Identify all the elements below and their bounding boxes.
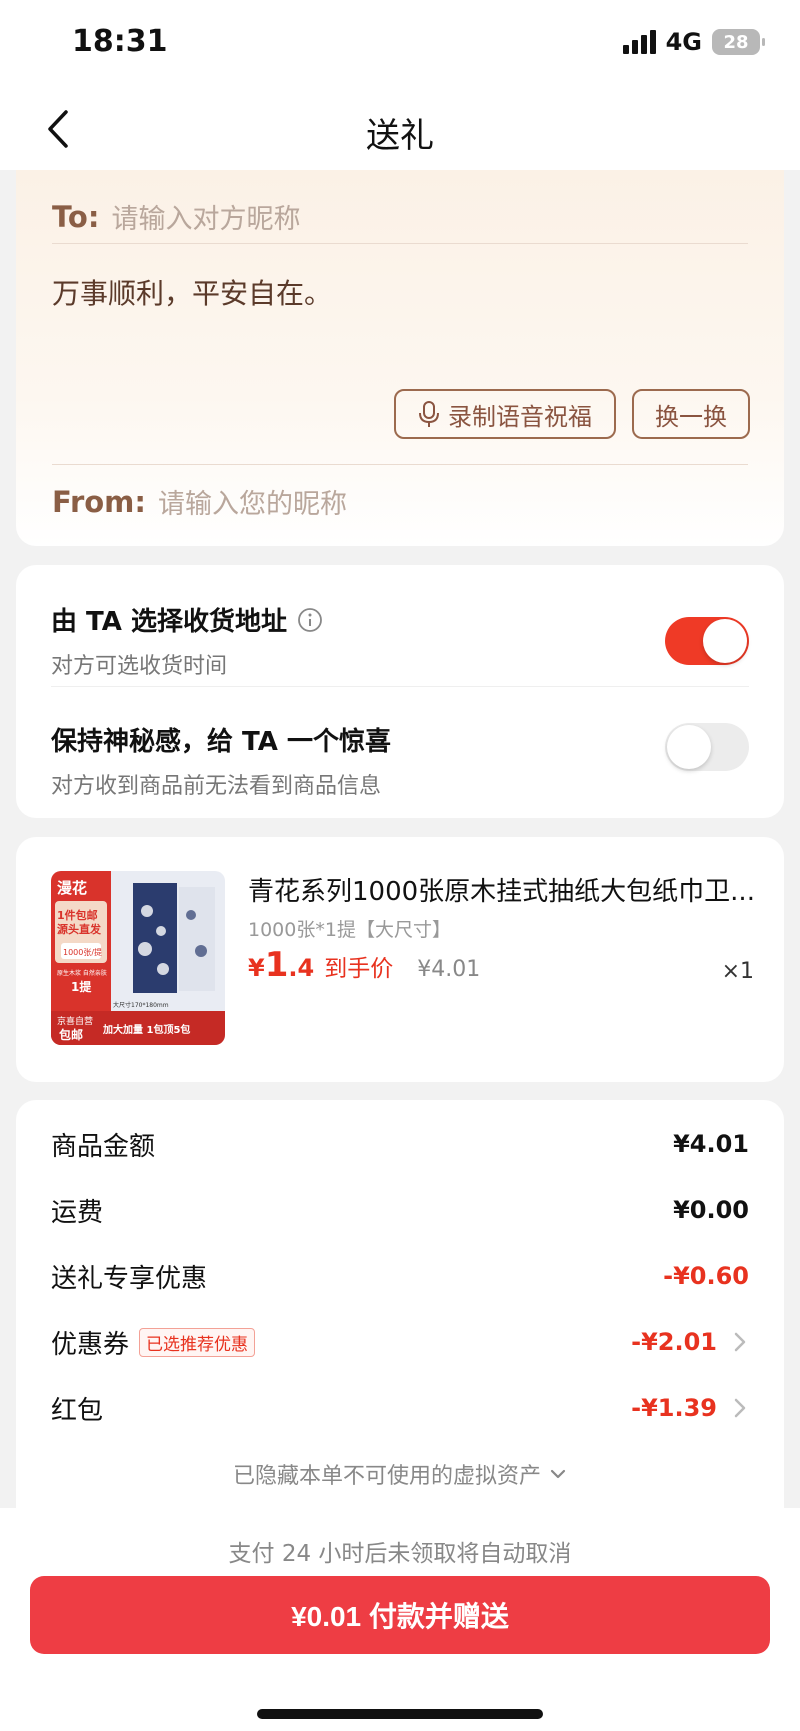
product-price: ¥ 1 .4 到手价 ¥4.01: [248, 945, 480, 985]
summary-label: 送礼专享优惠: [51, 1263, 208, 1294]
recipient-address-toggle[interactable]: [665, 617, 749, 665]
to-field[interactable]: To: 请输入对方昵称: [52, 190, 748, 244]
option-subtitle: 对方可选收货时间: [51, 654, 228, 679]
thumb-count: 1提: [71, 979, 92, 994]
home-indicator[interactable]: [257, 1709, 543, 1719]
summary-row-coupon[interactable]: 优惠券 已选推荐优惠 -¥2.01: [51, 1322, 749, 1362]
thumb-bottom-left-2: 包邮: [58, 1027, 83, 1042]
switch-message-label: 换一换: [655, 402, 727, 431]
summary-value: ¥0.00: [673, 1196, 749, 1224]
product-spec: 1000张*1提【大尺寸】: [248, 919, 451, 941]
price-summary-card: 商品金额 ¥4.01 运费 ¥0.00 送礼专享优惠 -¥0.60 优惠券 已选…: [16, 1100, 784, 1520]
to-label: To:: [52, 199, 100, 234]
summary-value: -¥2.01: [631, 1328, 717, 1356]
summary-row-shipping: 运费 ¥0.00: [51, 1190, 749, 1230]
battery-icon: 28: [712, 29, 765, 55]
network-type: 4G: [665, 28, 702, 56]
price-integer: 1: [264, 945, 289, 985]
product-card[interactable]: 漫花 1件包邮 源头直发 1000张/提 原生木浆 自然亲肤 1提 大尺寸170…: [16, 837, 784, 1082]
option-title: 保持神秘感，给 TA 一个惊喜: [51, 727, 391, 757]
thumb-bottom-left-1: 京喜自营: [57, 1015, 93, 1027]
hidden-assets-label: 已隐藏本单不可使用的虚拟资产: [232, 1464, 541, 1489]
price-tag: 到手价: [324, 956, 394, 982]
chevron-right-icon: [734, 1332, 746, 1352]
option-recipient-address: 由 TA 选择收货地址 对方可选收货时间: [51, 601, 749, 687]
summary-row-red-packet[interactable]: 红包 -¥1.39: [51, 1388, 749, 1428]
chevron-down-icon: [550, 1469, 566, 1479]
hidden-assets-toggle[interactable]: 已隐藏本单不可使用的虚拟资产: [16, 1458, 784, 1490]
record-voice-label: 录制语音祝福: [448, 402, 592, 431]
bottom-bar: 支付 24 小时后未领取将自动取消 ¥0.01 付款并赠送: [0, 1508, 800, 1731]
from-label: From:: [52, 484, 146, 519]
summary-row-goods: 商品金额 ¥4.01: [51, 1124, 749, 1164]
price-symbol: ¥: [248, 954, 265, 982]
info-icon[interactable]: [297, 607, 323, 633]
from-input-placeholder[interactable]: 请输入您的昵称: [158, 482, 347, 521]
pay-and-gift-button[interactable]: ¥0.01 付款并赠送: [30, 1576, 770, 1654]
summary-value: -¥0.60: [663, 1262, 749, 1290]
switch-message-button[interactable]: 换一换: [632, 389, 750, 439]
option-title: 由 TA 选择收货地址: [51, 607, 287, 637]
coupon-tag: 已选推荐优惠: [139, 1327, 256, 1357]
chevron-right-icon: [734, 1398, 746, 1418]
page-title: 送礼: [366, 116, 434, 156]
signal-icon: [622, 30, 656, 54]
price-decimal: .4: [288, 954, 315, 982]
option-subtitle: 对方收到商品前无法看到商品信息: [51, 774, 382, 799]
blessing-text[interactable]: 万事顺利，平安自在。: [52, 272, 332, 312]
summary-label: 商品金额: [51, 1131, 156, 1162]
product-title[interactable]: 青花系列1000张原木挂式抽纸大包纸巾卫...: [248, 871, 758, 908]
summary-label: 红包: [51, 1395, 104, 1426]
surprise-toggle[interactable]: [665, 723, 749, 771]
summary-row-gift-discount: 送礼专享优惠 -¥0.60: [51, 1256, 749, 1296]
summary-value: -¥1.39: [631, 1394, 717, 1422]
battery-level: 28: [723, 31, 749, 53]
thumb-bottom-right: 加大加量 1包顶5包: [102, 1023, 190, 1036]
status-indicators: 4G 28: [622, 28, 765, 56]
summary-label: 优惠券: [51, 1329, 130, 1360]
product-image: 漫花 1件包邮 源头直发 1000张/提 原生木浆 自然亲肤 1提 大尺寸170…: [51, 871, 225, 1045]
auto-cancel-note: 支付 24 小时后未领取将自动取消: [228, 1541, 572, 1567]
summary-label: 运费: [51, 1197, 104, 1228]
product-thumbnail[interactable]: 漫花 1件包邮 源头直发 1000张/提 原生木浆 自然亲肤 1提 大尺寸170…: [51, 871, 225, 1045]
from-field[interactable]: From: 请输入您的昵称: [52, 464, 748, 524]
thumb-brand: 漫花: [57, 879, 87, 897]
record-voice-button[interactable]: 录制语音祝福: [394, 389, 616, 439]
status-bar: 18:31 4G 28: [0, 0, 800, 88]
status-time: 18:31: [72, 24, 168, 59]
to-input-placeholder[interactable]: 请输入对方昵称: [111, 197, 300, 236]
thumb-size-note: 大尺寸170*180mm: [113, 1001, 169, 1009]
option-surprise: 保持神秘感，给 TA 一个惊喜 对方收到商品前无法看到商品信息: [51, 721, 749, 800]
thumb-badge-1: 1件包邮: [57, 908, 98, 922]
thumb-spec-small: 原生木浆 自然亲肤: [57, 969, 107, 977]
product-quantity: ×1: [721, 959, 754, 984]
original-price: ¥4.01: [417, 957, 481, 982]
gift-options-card: 由 TA 选择收货地址 对方可选收货时间 保持神秘感，给 TA 一个惊喜 对方收…: [16, 565, 784, 818]
summary-value: ¥4.01: [673, 1130, 749, 1158]
thumb-spec: 1000张/提: [63, 947, 102, 957]
gift-message-card: To: 请输入对方昵称 万事顺利，平安自在。 录制语音祝福 换一换 From: …: [16, 170, 784, 546]
thumb-badge-2: 源头直发: [57, 922, 102, 936]
nav-bar: 送礼: [0, 88, 800, 170]
microphone-icon: [419, 401, 439, 427]
